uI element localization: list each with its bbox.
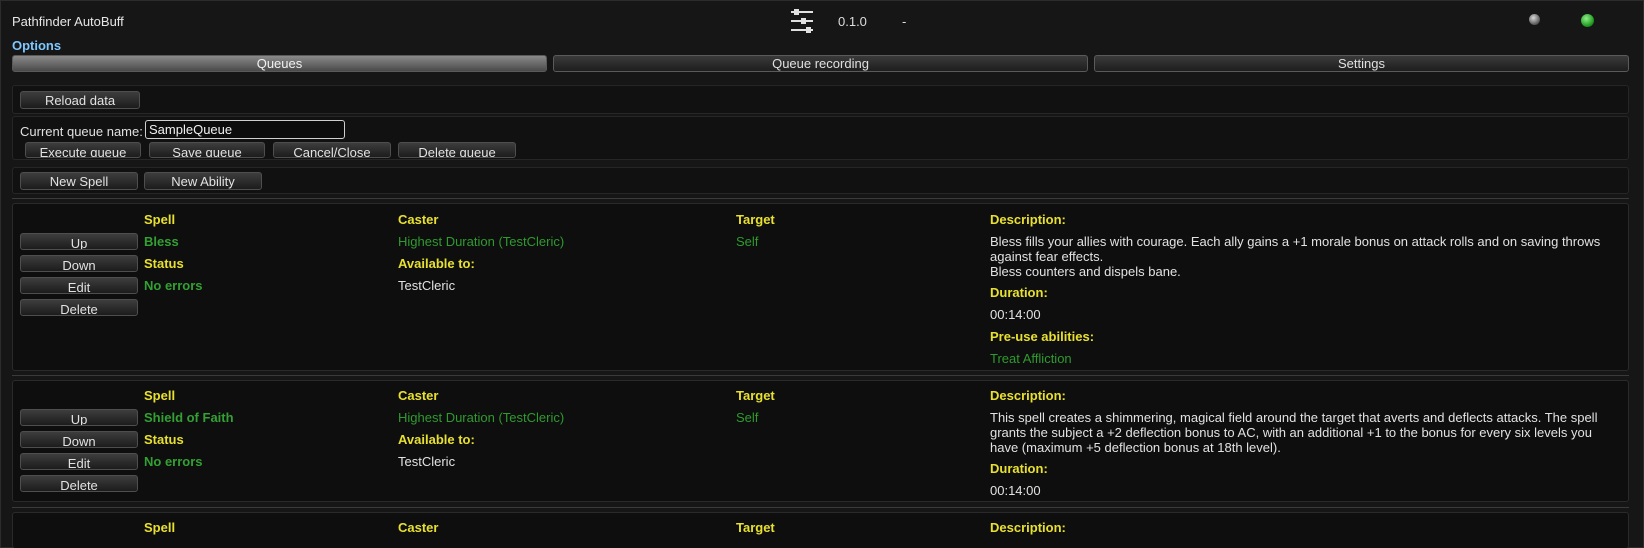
available-to-header: Available to:	[398, 256, 475, 271]
execute-queue-button[interactable]: Execute queue	[25, 142, 141, 158]
version-label: 0.1.0	[838, 14, 867, 29]
available-to-header: Available to:	[398, 432, 475, 447]
move-up-button[interactable]: Up	[20, 233, 138, 250]
reload-data-button[interactable]: Reload data	[20, 91, 140, 109]
target-header: Target	[736, 212, 775, 227]
new-ability-button[interactable]: New Ability	[144, 172, 262, 190]
tab-settings[interactable]: Settings	[1094, 55, 1629, 72]
description-line: Bless fills your allies with courage. Ea…	[990, 234, 1601, 264]
minimize-icon[interactable]	[1529, 14, 1540, 25]
sliders-icon[interactable]	[789, 8, 815, 34]
target-header: Target	[736, 388, 775, 403]
target-header: Target	[736, 520, 775, 535]
description-header: Description:	[990, 388, 1066, 403]
duration-header: Duration:	[990, 461, 1048, 476]
status-value: No errors	[144, 454, 203, 469]
status-header: Status	[144, 432, 184, 447]
autobuff-window: Pathfinder AutoBuff 0.1.0 - Options Queu…	[0, 0, 1644, 548]
spell-header: Spell	[144, 520, 176, 535]
status-header: Status	[144, 256, 184, 271]
move-up-button[interactable]: Up	[20, 409, 138, 426]
status-separator: -	[902, 14, 907, 29]
duration-value: 00:14:00	[990, 483, 1041, 498]
edit-button[interactable]: Edit	[20, 453, 138, 470]
divider	[12, 375, 1629, 376]
divider	[12, 507, 1629, 508]
available-to-value: TestCleric	[398, 454, 456, 469]
target-value: Self	[736, 410, 759, 425]
spell-header: Spell	[144, 388, 176, 403]
move-down-button[interactable]: Down	[20, 431, 138, 448]
queue-name-label: Current queue name:	[20, 124, 143, 139]
description-line: This spell creates a shimmering, magical…	[990, 410, 1598, 455]
queue-entry	[12, 512, 1629, 548]
available-to-value: TestCleric	[398, 278, 456, 293]
delete-button[interactable]: Delete	[20, 299, 138, 316]
caster-header: Caster	[398, 212, 439, 227]
spell-header: Spell	[144, 212, 176, 227]
caster-header: Caster	[398, 388, 439, 403]
new-spell-button[interactable]: New Spell	[20, 172, 138, 190]
cancel-close-button[interactable]: Cancel/Close	[273, 142, 391, 158]
description-text: Bless fills your allies with courage. Ea…	[990, 234, 1610, 279]
edit-button[interactable]: Edit	[20, 277, 138, 294]
duration-value: 00:14:00	[990, 307, 1041, 322]
save-queue-button[interactable]: Save queue	[149, 142, 265, 158]
pre-use-header: Pre-use abilities:	[990, 329, 1095, 344]
tab-queue-recording[interactable]: Queue recording	[553, 55, 1088, 72]
duration-header: Duration:	[990, 285, 1048, 300]
queue-name-input[interactable]	[145, 120, 345, 139]
status-value: No errors	[144, 278, 203, 293]
delete-button[interactable]: Delete	[20, 475, 138, 492]
reload-panel	[12, 85, 1629, 114]
app-title: Pathfinder AutoBuff	[12, 14, 124, 29]
caster-value: Highest Duration (TestCleric)	[398, 410, 565, 425]
spell-name: Bless	[144, 234, 179, 249]
pre-use-value: Treat Affliction	[990, 351, 1072, 366]
caster-value: Highest Duration (TestCleric)	[398, 234, 565, 249]
target-value: Self	[736, 234, 759, 249]
description-header: Description:	[990, 212, 1066, 227]
divider	[12, 198, 1629, 199]
delete-queue-button[interactable]: Delete queue	[398, 142, 516, 158]
spell-name: Shield of Faith	[144, 410, 234, 425]
tab-queues[interactable]: Queues	[12, 55, 547, 72]
description-text: This spell creates a shimmering, magical…	[990, 410, 1610, 455]
title-bar: Pathfinder AutoBuff 0.1.0 -	[1, 1, 1644, 39]
description-header: Description:	[990, 520, 1066, 535]
queue-entry	[12, 203, 1629, 371]
caster-header: Caster	[398, 520, 439, 535]
description-line: Bless counters and dispels bane.	[990, 264, 1181, 279]
status-dot-icon[interactable]	[1581, 14, 1594, 27]
options-heading: Options	[12, 38, 62, 53]
move-down-button[interactable]: Down	[20, 255, 138, 272]
